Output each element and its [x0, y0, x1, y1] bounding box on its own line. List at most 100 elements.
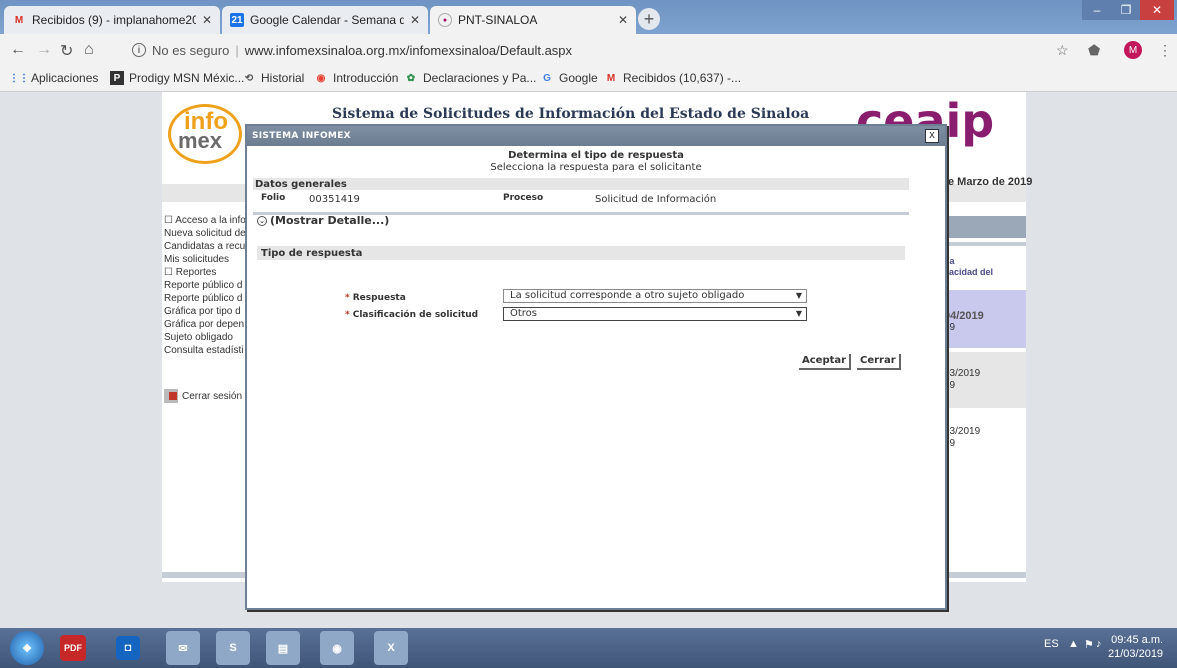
volume-icon[interactable]: ♪ — [1096, 638, 1102, 650]
menu-item[interactable]: Reporte público d — [164, 292, 254, 305]
table-header-bar — [942, 216, 1026, 238]
minimize-window-button[interactable]: – — [1082, 0, 1112, 20]
declaraciones-icon: ✿ — [406, 72, 416, 84]
menu-item[interactable]: Candidatas a recu — [164, 240, 254, 253]
history-icon: ⟲ — [244, 72, 254, 84]
skype-icon[interactable]: S — [216, 631, 250, 665]
language-indicator[interactable]: ES — [1044, 638, 1059, 650]
new-tab-button[interactable]: + — [638, 8, 660, 30]
menu-item[interactable]: Reporte público d — [164, 279, 254, 292]
dialog-subheading: Selecciona la respuesta para el solicita… — [490, 162, 702, 173]
folio-value: 00351419 — [309, 194, 360, 205]
dropdown-arrow-icon: ▼ — [795, 291, 802, 300]
gmail-icon: M — [14, 14, 24, 26]
tab-close-icon[interactable]: ✕ — [618, 13, 628, 27]
system-clock[interactable]: 09:45 a.m. 21/03/2019 — [1108, 633, 1163, 661]
site-title: Sistema de Solicitudes de Información de… — [332, 106, 810, 122]
accept-button[interactable]: Aceptar — [799, 354, 852, 370]
close-window-button[interactable]: ✕ — [1140, 0, 1174, 20]
dialog-title: SISTEMA INFOMEX — [252, 131, 351, 141]
reload-icon[interactable]: ↻ — [60, 41, 73, 61]
profile-avatar[interactable]: M — [1124, 41, 1142, 59]
show-detail-toggle[interactable]: ⌄ (Mostrar Detalle...) — [257, 214, 389, 227]
menu-item[interactable]: Nueva solicitud de — [164, 227, 254, 240]
home-icon[interactable]: ⌂ — [84, 41, 94, 59]
bookmark-prodigy[interactable]: P Prodigy MSN Méxic... — [110, 71, 244, 85]
table-cell-date: 03/2019 — [944, 426, 981, 437]
bookmark-introduccion[interactable]: ◉ Introducción — [314, 71, 399, 85]
menu-item[interactable]: Mis solicitudes — [164, 253, 254, 266]
respuesta-select[interactable]: La solicitud corresponde a otro sujeto o… — [503, 289, 807, 303]
tab-calendar[interactable]: 21 Google Calendar - Semana del 1 ✕ — [222, 6, 428, 34]
maximize-window-button[interactable]: ❐ — [1112, 0, 1140, 20]
bookmark-declaraciones[interactable]: ✿ Declaraciones y Pa... — [404, 71, 537, 85]
chrome-icon: ◉ — [316, 72, 326, 84]
star-bookmark-icon[interactable]: ☆ — [1056, 42, 1069, 59]
menu-item[interactable]: Consulta estadísti — [164, 344, 254, 357]
menu-item[interactable]: Gráfica por depen — [164, 318, 254, 331]
bookmark-history[interactable]: ⟲ Historial — [242, 71, 305, 85]
network-warning-icon[interactable]: ⚑ — [1084, 638, 1094, 651]
tipo-respuesta-bar: Tipo de respuesta — [257, 246, 905, 260]
menu-item[interactable]: Gráfica por tipo d — [164, 305, 254, 318]
table-subheader-bar — [942, 242, 1026, 246]
current-date: e Marzo de 2019 — [948, 176, 1033, 188]
outlook-icon[interactable]: ◘ — [116, 636, 140, 660]
start-orb-icon[interactable]: ❖ — [10, 631, 44, 665]
bookmarks-bar: ⋮⋮ Aplicaciones P Prodigy MSN Méxic... ⟲… — [0, 66, 1177, 92]
calendar-icon: 21 — [230, 13, 244, 27]
bookmark-google[interactable]: G Google — [540, 71, 598, 85]
menu-item[interactable]: Sujeto obligado — [164, 331, 254, 344]
tab-close-icon[interactable]: ✕ — [410, 13, 420, 27]
tab-close-icon[interactable]: ✕ — [202, 13, 212, 27]
excel-icon[interactable]: X — [374, 631, 408, 665]
logout-link[interactable]: Cerrar sesión — [164, 389, 242, 403]
bookmark-gmail[interactable]: M Recibidos (10,637) -... — [604, 71, 741, 85]
chevron-down-icon: ⌄ — [257, 215, 267, 226]
apps-grid-icon: ⋮⋮ — [9, 72, 29, 84]
chevron-up-icon[interactable]: ▲ — [1068, 638, 1079, 650]
folio-label: Folio — [261, 193, 286, 203]
required-marker: * — [345, 293, 350, 303]
file-explorer-icon[interactable]: ▤ — [266, 631, 300, 665]
table-cell-date: 03/2019 — [944, 368, 981, 379]
datos-generales-bar: Datos generales — [253, 178, 909, 190]
browser-tab-bar: M Recibidos (9) - implanahome2019 ✕ 21 G… — [0, 0, 1177, 34]
menu-item[interactable]: ☐ Reportes — [164, 266, 254, 279]
dropdown-arrow-icon: ▼ — [795, 309, 802, 318]
pnt-icon: ● — [438, 13, 452, 27]
messenger-icon[interactable]: ✉ — [166, 631, 200, 665]
dialog-titlebar[interactable]: SISTEMA INFOMEX x — [247, 126, 945, 146]
chrome-icon[interactable]: ◉ — [320, 631, 354, 665]
column-header: ha cacidad del o — [944, 256, 994, 288]
google-icon: G — [543, 72, 551, 84]
info-icon[interactable]: i — [132, 43, 146, 57]
tab-gmail[interactable]: M Recibidos (9) - implanahome2019 ✕ — [4, 6, 220, 34]
respuesta-label: * Respuesta — [345, 293, 406, 303]
requests-table-fragment: ha cacidad del o 04/2019 59 03/2019 59 0… — [942, 212, 1026, 572]
url-omnibox[interactable]: i No es seguro | www.infomexsinaloa.org.… — [132, 39, 1052, 61]
close-button[interactable]: Cerrar — [857, 354, 901, 370]
forward-arrow-icon[interactable]: → — [36, 41, 52, 59]
gmail-icon: M — [606, 72, 616, 84]
prodigy-icon: P — [110, 71, 124, 85]
dialog-heading: Determina el tipo de respuesta — [508, 150, 684, 161]
proceso-label: Proceso — [503, 193, 544, 203]
clasificacion-select[interactable]: Otros ▼ — [503, 307, 807, 321]
infomex-logo: info mex — [168, 104, 242, 164]
bookmark-apps[interactable]: ⋮⋮ Aplicaciones — [9, 71, 98, 85]
pdf-icon[interactable]: PDF — [60, 635, 86, 661]
dialog-close-icon[interactable]: x — [925, 129, 939, 143]
extension-shield-icon[interactable]: ⬟ — [1088, 42, 1100, 59]
back-arrow-icon[interactable]: ← — [10, 41, 26, 59]
required-marker: * — [345, 310, 350, 320]
windows-taskbar: ❖ PDF ◘ ✉ S ▤ ◉ X ES ▲ ⚑ ♪ 09:45 a.m. 21… — [0, 628, 1177, 668]
url-separator: | — [235, 42, 239, 58]
table-cell-date: 04/2019 — [944, 310, 984, 322]
logout-icon — [164, 389, 178, 403]
tab-pnt-sinaloa[interactable]: ● PNT-SINALOA ✕ — [430, 6, 636, 34]
url-text: www.infomexsinaloa.org.mx/infomexsinaloa… — [244, 42, 573, 58]
left-menu: ☐ Acceso a la infor Nueva solicitud de C… — [164, 214, 254, 357]
menu-kebab-icon[interactable]: ⋮ — [1158, 42, 1172, 59]
menu-item[interactable]: ☐ Acceso a la infor — [164, 214, 254, 227]
